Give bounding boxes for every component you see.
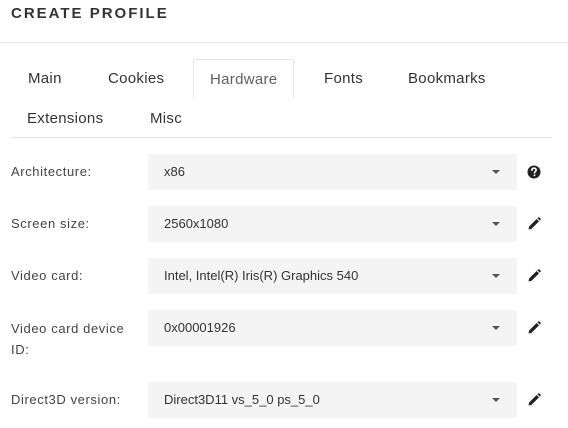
tab-extensions[interactable]: Extensions bbox=[11, 99, 119, 138]
caret-down-icon bbox=[492, 170, 500, 174]
pencil-icon[interactable] bbox=[526, 320, 542, 336]
tab-main[interactable]: Main bbox=[12, 59, 78, 98]
video-card-device-id-value: 0x00001926 bbox=[164, 320, 236, 335]
video-card-label: Video card: bbox=[11, 268, 84, 283]
field-row-video-card: Video card: Intel, Intel(R) Iris(R) Grap… bbox=[0, 258, 568, 294]
help-icon[interactable] bbox=[526, 164, 542, 180]
tab-bar: Main Cookies Hardware Fonts Bookmarks Ex… bbox=[10, 59, 552, 138]
field-row-architecture: Architecture: x86 bbox=[0, 154, 568, 190]
field-row-screen-size: Screen size: 2560x1080 bbox=[0, 206, 568, 242]
architecture-value: x86 bbox=[164, 164, 185, 179]
tab-cookies[interactable]: Cookies bbox=[92, 59, 180, 98]
video-card-device-id-label: Video card device ID: bbox=[11, 321, 125, 357]
architecture-select[interactable]: x86 bbox=[148, 154, 517, 190]
video-card-value: Intel, Intel(R) Iris(R) Graphics 540 bbox=[164, 268, 359, 283]
page-header: CREATE PROFILE bbox=[0, 0, 568, 43]
pencil-icon[interactable] bbox=[526, 268, 542, 284]
field-row-video-card-device-id: Video card device ID: 0x00001926 bbox=[0, 310, 568, 360]
tab-fonts[interactable]: Fonts bbox=[308, 59, 379, 98]
direct3d-version-label: Direct3D version: bbox=[11, 392, 121, 407]
caret-down-icon bbox=[492, 398, 500, 402]
screen-size-value: 2560x1080 bbox=[164, 216, 229, 231]
video-card-select[interactable]: Intel, Intel(R) Iris(R) Graphics 540 bbox=[148, 258, 517, 294]
screen-size-label: Screen size: bbox=[11, 216, 90, 231]
tab-misc[interactable]: Misc bbox=[134, 99, 198, 138]
direct3d-version-value: Direct3D11 vs_5_0 ps_5_0 bbox=[164, 392, 320, 407]
pencil-icon[interactable] bbox=[526, 216, 542, 232]
page-title: CREATE PROFILE bbox=[11, 5, 169, 22]
pencil-icon[interactable] bbox=[526, 392, 542, 408]
architecture-label: Architecture: bbox=[11, 164, 92, 179]
screen-size-select[interactable]: 2560x1080 bbox=[148, 206, 517, 242]
direct3d-version-select[interactable]: Direct3D11 vs_5_0 ps_5_0 bbox=[148, 382, 517, 418]
tab-hardware[interactable]: Hardware bbox=[193, 59, 295, 99]
video-card-device-id-select[interactable]: 0x00001926 bbox=[148, 310, 517, 346]
field-row-direct3d-version: Direct3D version: Direct3D11 vs_5_0 ps_5… bbox=[0, 382, 568, 418]
tab-bookmarks[interactable]: Bookmarks bbox=[392, 59, 502, 98]
caret-down-icon bbox=[492, 274, 500, 278]
caret-down-icon bbox=[492, 222, 500, 226]
caret-down-icon bbox=[492, 326, 500, 330]
